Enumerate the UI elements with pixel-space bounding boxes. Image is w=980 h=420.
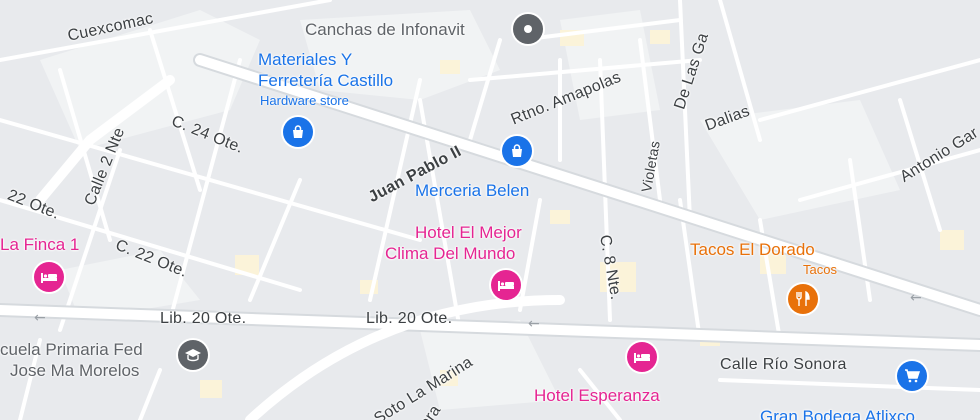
fork-knife-icon	[788, 284, 818, 314]
shopping-cart-icon	[897, 361, 927, 391]
poi-category: Hardware store	[260, 93, 349, 108]
street-label-rio-sonora: Calle Río Sonora	[720, 356, 847, 373]
bed-icon	[627, 342, 657, 372]
oneway-arrow: ←	[34, 310, 46, 326]
street-label-lib20-east: Lib. 20 Ote.	[366, 310, 453, 327]
poi-name-line2: Jose Ma Morelos	[10, 361, 140, 380]
bed-icon	[491, 270, 521, 300]
poi-name: Canchas de Infonavit	[305, 20, 465, 39]
bed-icon	[34, 262, 64, 292]
poi-name: Gran Bodega Atlixco	[760, 407, 915, 420]
poi-name-line1: Materiales Y	[258, 50, 353, 69]
poi-name-line1: Hotel El Mejor	[415, 223, 522, 242]
poi-name: La Finca 1	[0, 235, 80, 254]
poi-name-line2: Ferretería Castillo	[258, 71, 394, 90]
street-label-lib20-west: Lib. 20 Ote.	[160, 310, 247, 327]
oneway-arrow: ←	[528, 316, 540, 332]
poi-name: Hotel Esperanza	[534, 386, 660, 405]
map-canvas[interactable]: ← ← ← Cuexcomac C. 24 Ote. Calle 2 Nte 2…	[0, 0, 980, 420]
shopping-bag-icon	[283, 117, 313, 147]
poi-name-line2: Clima Del Mundo	[385, 244, 516, 263]
shopping-bag-icon	[502, 136, 532, 166]
oneway-arrow: ←	[910, 290, 922, 306]
poi-category: Tacos	[803, 262, 837, 277]
landmark-pin-icon	[513, 14, 543, 44]
poi-name-line1: cuela Primaria Fed	[0, 340, 143, 359]
poi-name: Merceria Belen	[415, 181, 530, 200]
poi-name: Tacos El Dorado	[690, 240, 815, 259]
school-icon	[178, 340, 208, 370]
